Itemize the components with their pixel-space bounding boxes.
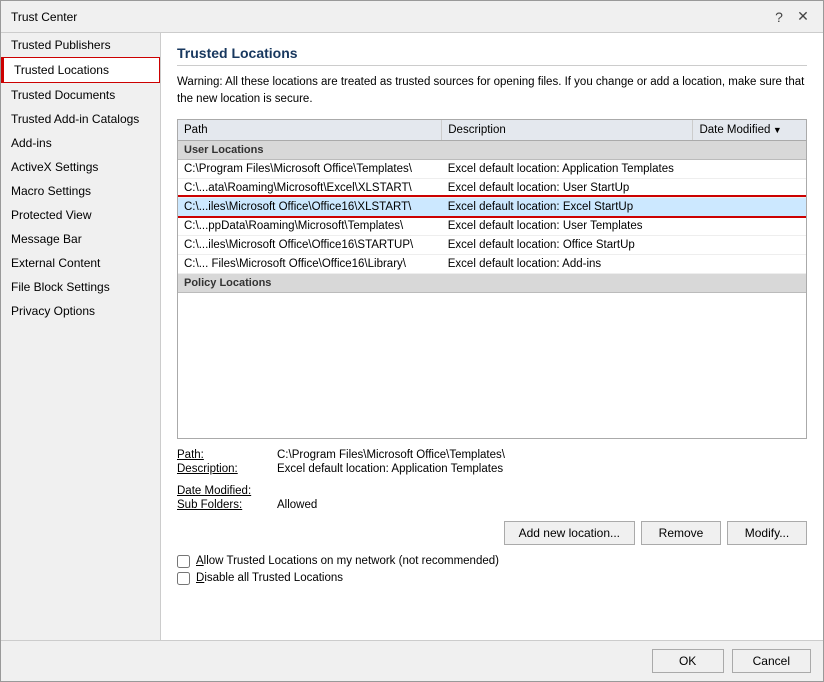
remove-button[interactable]: Remove — [641, 521, 721, 545]
sidebar-item-add-ins[interactable]: Add-ins — [1, 131, 160, 155]
header-path: Path — [178, 120, 442, 141]
allow-network-row: Allow Trusted Locations on my network (n… — [177, 555, 807, 568]
disable-all-label[interactable]: Disable all Trusted Locations — [196, 572, 343, 584]
locations-table: Path Description Date Modified User Loca… — [178, 120, 806, 293]
disable-all-checkbox[interactable] — [177, 572, 190, 585]
section-header-user-locations: User Locations — [178, 140, 806, 159]
detail-description-label: Description: — [177, 463, 277, 475]
detail-path-value: C:\Program Files\Microsoft Office\Templa… — [277, 449, 505, 461]
modify-button[interactable]: Modify... — [727, 521, 807, 545]
detail-description-row: Description: Excel default location: App… — [177, 463, 807, 475]
header-date-modified[interactable]: Date Modified — [693, 120, 806, 141]
table-row[interactable]: C:\...ata\Roaming\Microsoft\Excel\XLSTAR… — [178, 178, 806, 197]
detail-subfolders-row: Sub Folders: Allowed — [177, 499, 807, 511]
trust-center-dialog: Trust Center ? ✕ Trusted PublishersTrust… — [0, 0, 824, 682]
action-button-row: Add new location... Remove Modify... — [177, 521, 807, 545]
sidebar-item-external-content[interactable]: External Content — [1, 251, 160, 275]
content-title: Trusted Locations — [177, 45, 807, 66]
detail-path-label: Path: — [177, 449, 277, 461]
detail-subfolders-label: Sub Folders: — [177, 499, 277, 511]
dialog-body: Trusted PublishersTrusted LocationsTrust… — [1, 33, 823, 640]
allow-network-label[interactable]: Allow Trusted Locations on my network (n… — [196, 555, 499, 567]
dialog-footer: OK Cancel — [1, 640, 823, 681]
close-button[interactable]: ✕ — [793, 7, 813, 27]
detail-subfolders-value: Allowed — [277, 499, 317, 511]
sidebar-item-trusted-addin-catalogs[interactable]: Trusted Add-in Catalogs — [1, 107, 160, 131]
table-row[interactable]: C:\...ppData\Roaming\Microsoft\Templates… — [178, 216, 806, 235]
sidebar-item-file-block-settings[interactable]: File Block Settings — [1, 275, 160, 299]
details-section: Path: C:\Program Files\Microsoft Office\… — [177, 449, 807, 477]
detail-description-value: Excel default location: Application Temp… — [277, 463, 503, 475]
table-row[interactable]: C:\...iles\Microsoft Office\Office16\STA… — [178, 235, 806, 254]
content-area: Trusted Locations Warning: All these loc… — [161, 33, 823, 640]
table-header-row: Path Description Date Modified — [178, 120, 806, 141]
help-button[interactable]: ? — [769, 7, 789, 27]
disable-all-row: Disable all Trusted Locations — [177, 572, 807, 585]
add-new-location-button[interactable]: Add new location... — [504, 521, 635, 545]
table-row[interactable]: C:\... Files\Microsoft Office\Office16\L… — [178, 254, 806, 273]
sidebar-item-activex-settings[interactable]: ActiveX Settings — [1, 155, 160, 179]
detail-path-row: Path: C:\Program Files\Microsoft Office\… — [177, 449, 807, 461]
sidebar-item-message-bar[interactable]: Message Bar — [1, 227, 160, 251]
sidebar-item-macro-settings[interactable]: Macro Settings — [1, 179, 160, 203]
title-bar: Trust Center ? ✕ — [1, 1, 823, 33]
sidebar-item-privacy-options[interactable]: Privacy Options — [1, 299, 160, 323]
section-header-policy-locations: Policy Locations — [178, 273, 806, 292]
sidebar-item-trusted-locations[interactable]: Trusted Locations — [1, 57, 160, 83]
sidebar-item-trusted-documents[interactable]: Trusted Documents — [1, 83, 160, 107]
warning-text: Warning: All these locations are treated… — [177, 74, 807, 109]
sidebar: Trusted PublishersTrusted LocationsTrust… — [1, 33, 161, 640]
ok-button[interactable]: OK — [652, 649, 724, 673]
sidebar-item-trusted-publishers[interactable]: Trusted Publishers — [1, 33, 160, 57]
detail-date-row: Date Modified: — [177, 485, 807, 497]
allow-network-checkbox[interactable] — [177, 555, 190, 568]
table-row[interactable]: C:\...iles\Microsoft Office\Office16\XLS… — [178, 197, 806, 216]
header-description: Description — [442, 120, 693, 141]
sidebar-item-protected-view[interactable]: Protected View — [1, 203, 160, 227]
details-section-2: Date Modified: Sub Folders: Allowed — [177, 485, 807, 513]
cancel-button[interactable]: Cancel — [732, 649, 811, 673]
title-bar-controls: ? ✕ — [769, 7, 813, 27]
locations-table-container: Path Description Date Modified User Loca… — [177, 119, 807, 439]
dialog-title: Trust Center — [11, 10, 77, 24]
detail-date-label: Date Modified: — [177, 485, 277, 497]
table-row[interactable]: C:\Program Files\Microsoft Office\Templa… — [178, 159, 806, 178]
